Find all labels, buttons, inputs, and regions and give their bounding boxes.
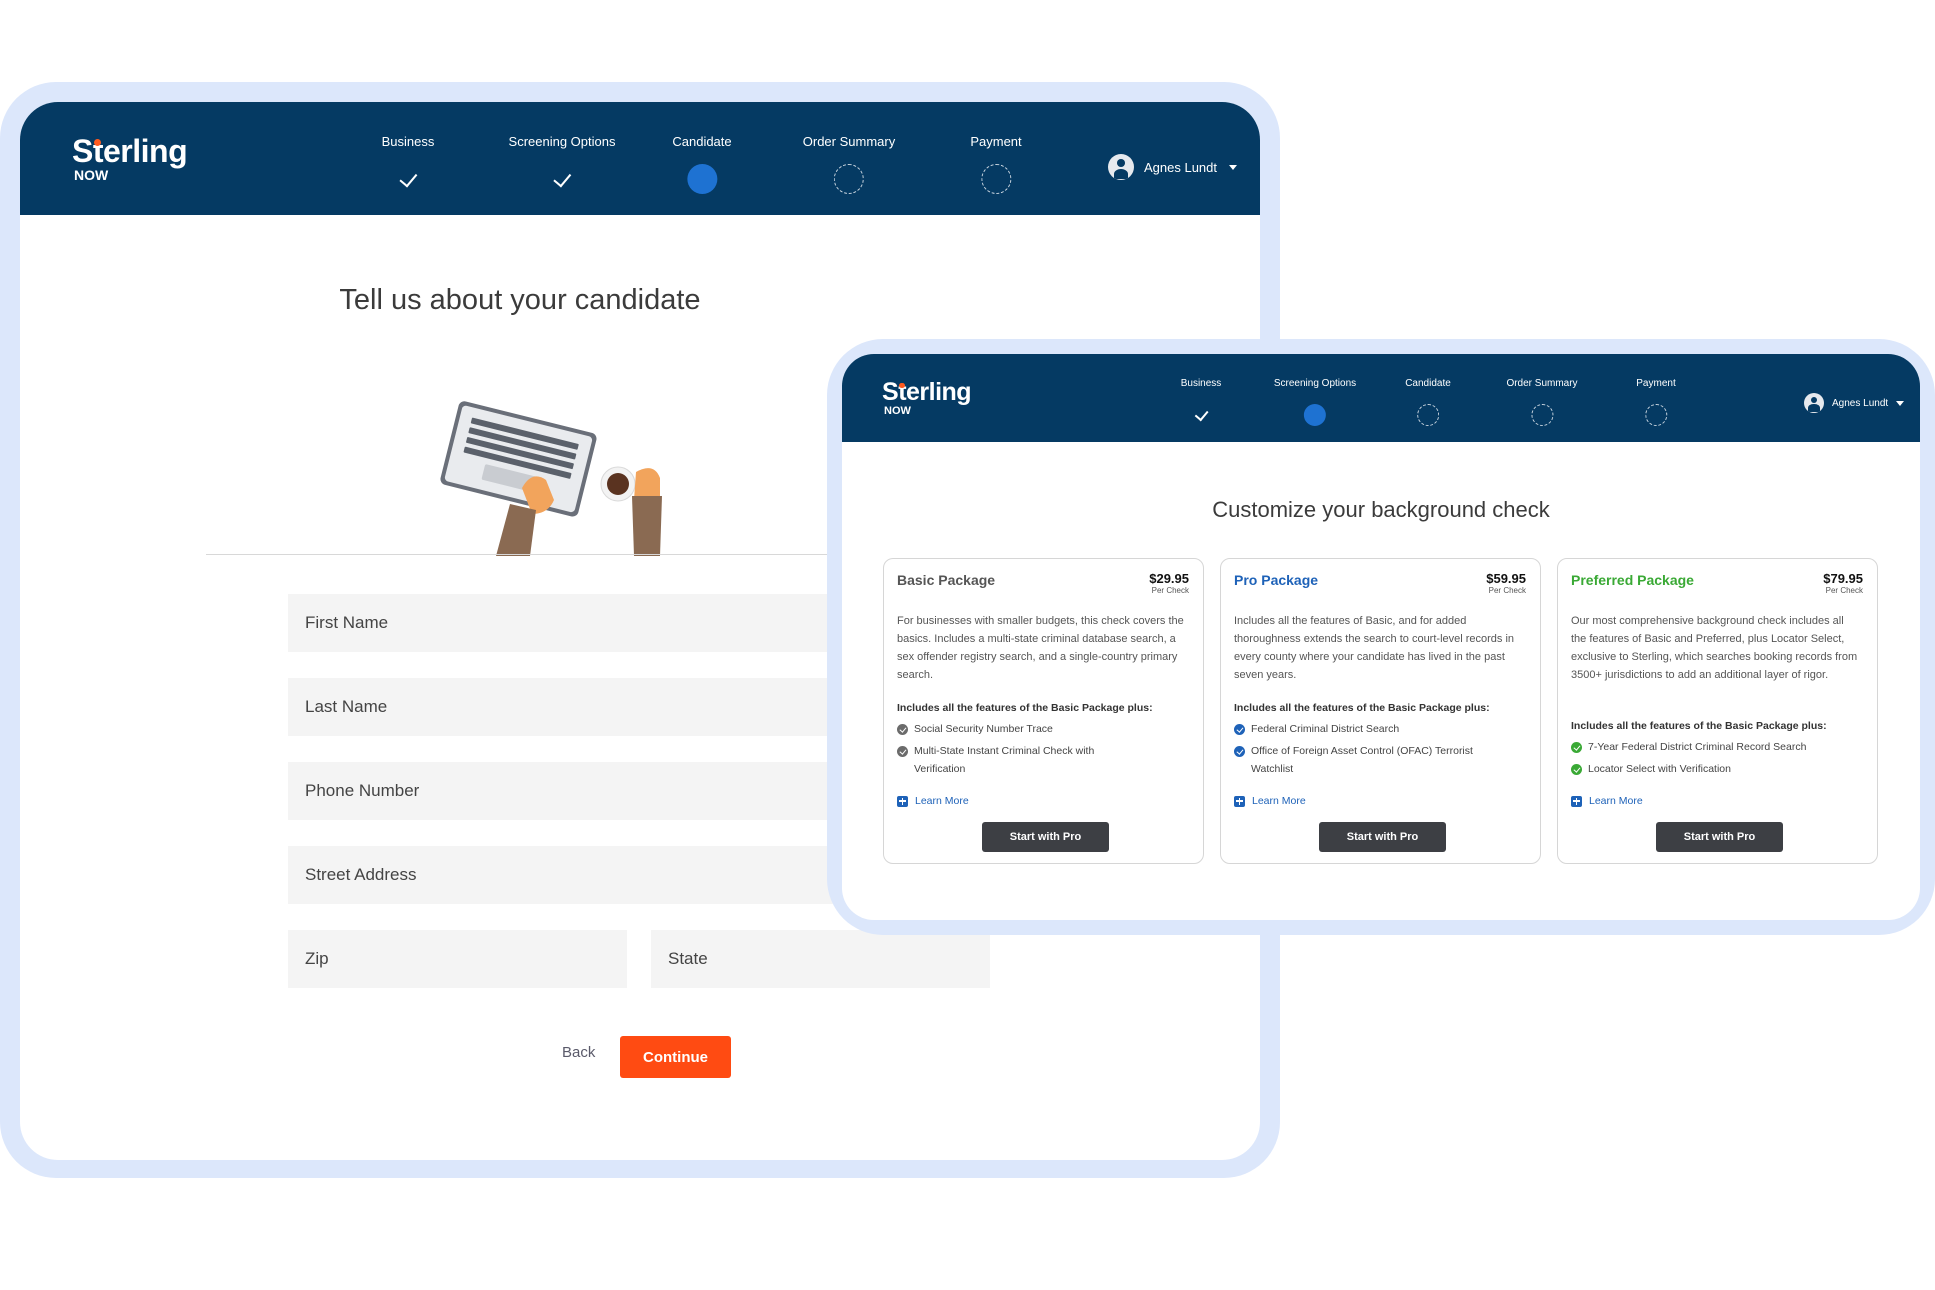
- check-icon: [393, 164, 423, 194]
- feature-item: Multi-State Instant Criminal Check with …: [897, 742, 1107, 778]
- step-label: Order Summary: [802, 134, 896, 149]
- check-icon: [547, 164, 577, 194]
- learn-more-link[interactable]: Learn More: [897, 795, 969, 807]
- step-label: Candidate: [672, 134, 732, 149]
- package-description: For businesses with smaller budgets, thi…: [897, 615, 1184, 681]
- pending-step-circle-icon: [1645, 404, 1667, 426]
- packages-window: Sterling NOW Business Screening Options …: [842, 354, 1920, 920]
- laptop-coffee-illustration: [440, 401, 662, 556]
- step-candidate[interactable]: Candidate: [1405, 378, 1451, 426]
- start-with-pro-button[interactable]: Start with Pro: [1656, 822, 1783, 852]
- step-label: Candidate: [1405, 378, 1451, 389]
- active-step-dot-icon: [1304, 404, 1326, 426]
- page-title: Tell us about your candidate: [339, 284, 701, 316]
- active-step-dot-icon: [687, 164, 717, 194]
- package-description: Includes all the features of Basic, and …: [1234, 615, 1515, 681]
- user-name: Agnes Lundt: [1832, 397, 1889, 409]
- header: Sterling NOW Business Screening Options …: [20, 102, 1260, 215]
- plus-icon: [1234, 795, 1245, 807]
- package-name: Pro Package: [1234, 572, 1319, 588]
- feature-list: Federal Criminal District Search Office …: [1234, 720, 1524, 782]
- start-with-pro-button[interactable]: Start with Pro: [1319, 822, 1446, 852]
- header: Sterling NOW Business Screening Options …: [842, 354, 1920, 442]
- step-screening-options[interactable]: Screening Options: [509, 134, 616, 149]
- price-unit: Per Check: [1825, 586, 1863, 595]
- check-circle-icon: [1571, 764, 1582, 775]
- price-amount: $79.95: [1823, 571, 1863, 586]
- price-amount: $29.95: [1149, 571, 1189, 586]
- package-card-preferred: Preferred Package $79.95 Per Check Our m…: [1557, 558, 1878, 864]
- check-circle-icon: [897, 724, 908, 735]
- feature-list: Social Security Number Trace Multi-State…: [897, 720, 1187, 782]
- logo-wordmark: Sterling: [72, 133, 188, 169]
- plus-icon: [1571, 795, 1582, 807]
- check-circle-icon: [1571, 742, 1582, 753]
- step-candidate[interactable]: Candidate: [672, 134, 732, 194]
- pending-step-circle-icon: [1417, 404, 1439, 426]
- sterling-logo[interactable]: Sterling NOW: [72, 133, 188, 184]
- check-circle-icon: [1234, 746, 1245, 757]
- price-unit: Per Check: [1488, 586, 1526, 595]
- zip-field[interactable]: [288, 930, 627, 988]
- back-link[interactable]: Back: [562, 1044, 595, 1061]
- step-payment[interactable]: Payment: [1636, 378, 1676, 426]
- caret-down-icon: [1229, 164, 1238, 170]
- step-label: Screening Options: [508, 134, 616, 149]
- step-label: Order Summary: [1506, 378, 1578, 389]
- pending-step-circle-icon: [981, 164, 1011, 194]
- package-price: $29.95 Per Check: [1149, 572, 1189, 596]
- step-label: Payment: [970, 134, 1022, 149]
- user-menu[interactable]: Agnes Lundt: [1108, 154, 1238, 180]
- learn-more-link[interactable]: Learn More: [1234, 795, 1306, 807]
- step-business[interactable]: Business: [382, 134, 435, 149]
- step-order-summary[interactable]: Order Summary: [1506, 378, 1578, 426]
- includes-title: Includes all the features of the Basic P…: [1234, 702, 1490, 714]
- feature-item: Federal Criminal District Search: [1234, 720, 1524, 738]
- learn-more-link[interactable]: Learn More: [1571, 795, 1643, 807]
- avatar-icon: [1804, 393, 1824, 413]
- package-name: Preferred Package: [1571, 572, 1694, 588]
- feature-item: Office of Foreign Asset Control (OFAC) T…: [1234, 742, 1484, 778]
- feature-item: 7-Year Federal District Criminal Record …: [1571, 738, 1861, 756]
- package-card-pro: Pro Package $59.95 Per Check Includes al…: [1220, 558, 1541, 864]
- package-card-basic: Basic Package $29.95 Per Check For busin…: [883, 558, 1204, 864]
- feature-item: Locator Select with Verification: [1571, 760, 1861, 778]
- start-with-pro-button[interactable]: Start with Pro: [982, 822, 1109, 852]
- package-name: Basic Package: [897, 572, 996, 588]
- continue-button[interactable]: Continue: [620, 1036, 731, 1078]
- avatar-icon: [1108, 154, 1134, 180]
- page-title: Customize your background check: [1212, 497, 1550, 522]
- logo-sub: NOW: [884, 405, 911, 417]
- step-order-summary[interactable]: Order Summary: [802, 134, 896, 194]
- user-name: Agnes Lundt: [1144, 159, 1218, 175]
- price-unit: Per Check: [1151, 586, 1189, 595]
- pending-step-circle-icon: [1531, 404, 1553, 426]
- user-menu[interactable]: Agnes Lundt: [1804, 393, 1905, 413]
- price-amount: $59.95: [1486, 571, 1526, 586]
- divider: [206, 554, 886, 555]
- includes-title: Includes all the features of the Basic P…: [1571, 720, 1827, 732]
- includes-title: Includes all the features of the Basic P…: [897, 702, 1153, 714]
- package-price: $59.95 Per Check: [1486, 572, 1526, 596]
- step-payment[interactable]: Payment: [970, 134, 1022, 194]
- logo-wordmark: Sterling: [882, 378, 972, 406]
- sterling-logo[interactable]: Sterling NOW: [882, 378, 972, 418]
- check-circle-icon: [897, 746, 908, 757]
- step-label: Business: [381, 134, 435, 149]
- pending-step-circle-icon: [834, 164, 864, 194]
- plus-icon: [897, 795, 908, 807]
- state-field[interactable]: [651, 930, 990, 988]
- package-description: Our most comprehensive background check …: [1571, 615, 1858, 681]
- step-label: Payment: [1636, 378, 1676, 389]
- step-screening-options[interactable]: Screening Options: [1273, 378, 1357, 426]
- check-circle-icon: [1234, 724, 1245, 735]
- step-label: Screening Options: [1273, 378, 1357, 389]
- step-label: Business: [1180, 378, 1222, 389]
- step-business[interactable]: Business: [1181, 378, 1222, 389]
- feature-item: Social Security Number Trace: [897, 720, 1187, 738]
- check-icon: [1190, 404, 1212, 426]
- package-price: $79.95 Per Check: [1823, 572, 1863, 596]
- caret-down-icon: [1896, 400, 1905, 406]
- feature-list: 7-Year Federal District Criminal Record …: [1571, 738, 1861, 782]
